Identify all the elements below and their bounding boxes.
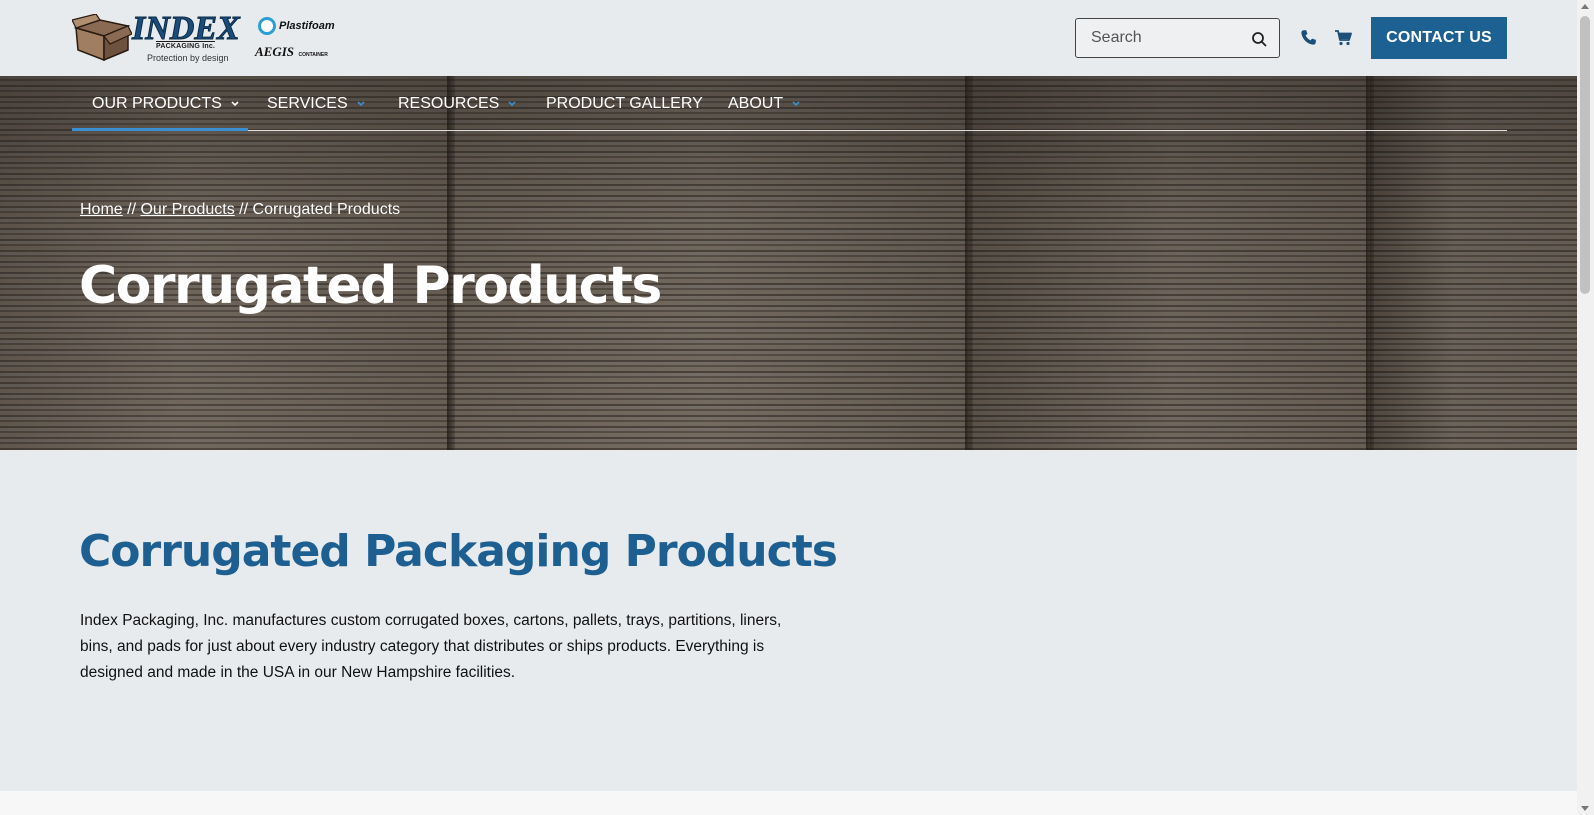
hero-banner: OUR PRODUCTS SERVICES RESOURCES PRODUCT … xyxy=(0,76,1577,450)
section-title: Corrugated Packaging Products xyxy=(79,526,838,577)
breadcrumb-products-link[interactable]: Our Products xyxy=(140,201,234,218)
nav-item-label: PRODUCT GALLERY xyxy=(546,94,703,112)
search-box xyxy=(1075,18,1280,58)
nav-item-label: SERVICES xyxy=(267,94,348,112)
contact-us-button[interactable]: CONTACT US xyxy=(1371,17,1507,59)
next-section-strip xyxy=(0,791,1577,815)
nav-item-label: RESOURCES xyxy=(398,94,500,112)
main-content: Corrugated Packaging Products Index Pack… xyxy=(0,450,1577,791)
aegis-logo-subtext: CONTAINER xyxy=(298,52,328,58)
search-input[interactable] xyxy=(1076,19,1246,57)
chevron-down-icon xyxy=(792,100,800,106)
nav-our-products[interactable]: OUR PRODUCTS xyxy=(92,76,240,131)
breadcrumb-current: Corrugated Products xyxy=(252,201,401,218)
breadcrumb-separator: // xyxy=(234,201,253,218)
search-icon[interactable] xyxy=(1251,31,1267,47)
nav-services[interactable]: SERVICES xyxy=(267,76,366,131)
scroll-up-arrow-icon[interactable] xyxy=(1581,4,1589,9)
nav-item-label: ABOUT xyxy=(728,94,784,112)
logo-tagline: Protection by design xyxy=(147,53,229,63)
main-nav: OUR PRODUCTS SERVICES RESOURCES PRODUCT … xyxy=(72,76,1507,131)
breadcrumb-separator: // xyxy=(122,201,141,218)
breadcrumb-home-link[interactable]: Home xyxy=(80,201,123,218)
cart-icon[interactable] xyxy=(1334,29,1352,46)
plastifoam-ring-icon xyxy=(258,17,276,35)
site-header: INDEX PACKAGING Inc. Protection by desig… xyxy=(0,0,1577,76)
chevron-down-icon xyxy=(231,100,239,106)
section-body-text: Index Packaging, Inc. manufactures custo… xyxy=(80,612,782,681)
logo-subbrand-text: PACKAGING Inc. xyxy=(156,41,216,50)
page-scrollbar[interactable] xyxy=(1577,0,1594,815)
chevron-down-icon xyxy=(508,100,516,106)
breadcrumb: Home // Our Products // Corrugated Produ… xyxy=(80,201,400,219)
phone-icon[interactable] xyxy=(1300,29,1317,46)
plastifoam-logo[interactable]: Plastifoam xyxy=(258,17,338,37)
index-packaging-logo[interactable]: INDEX PACKAGING Inc. Protection by desig… xyxy=(72,11,240,64)
page-title: Corrugated Products xyxy=(79,256,662,316)
nav-active-indicator xyxy=(72,128,248,131)
aegis-logo-text: AEGIS xyxy=(255,44,295,59)
scrollbar-thumb[interactable] xyxy=(1580,16,1590,294)
nav-resources[interactable]: RESOURCES xyxy=(398,76,517,131)
nav-item-label: OUR PRODUCTS xyxy=(92,94,222,112)
chevron-down-icon xyxy=(357,100,365,106)
nav-product-gallery[interactable]: PRODUCT GALLERY xyxy=(546,76,703,131)
aegis-logo[interactable]: AEGIS CONTAINER xyxy=(255,43,328,61)
plastifoam-logo-text: Plastifoam xyxy=(279,20,335,32)
nav-about[interactable]: ABOUT xyxy=(728,76,801,131)
box-logo-icon xyxy=(72,14,132,62)
scroll-down-arrow-icon[interactable] xyxy=(1581,806,1589,811)
